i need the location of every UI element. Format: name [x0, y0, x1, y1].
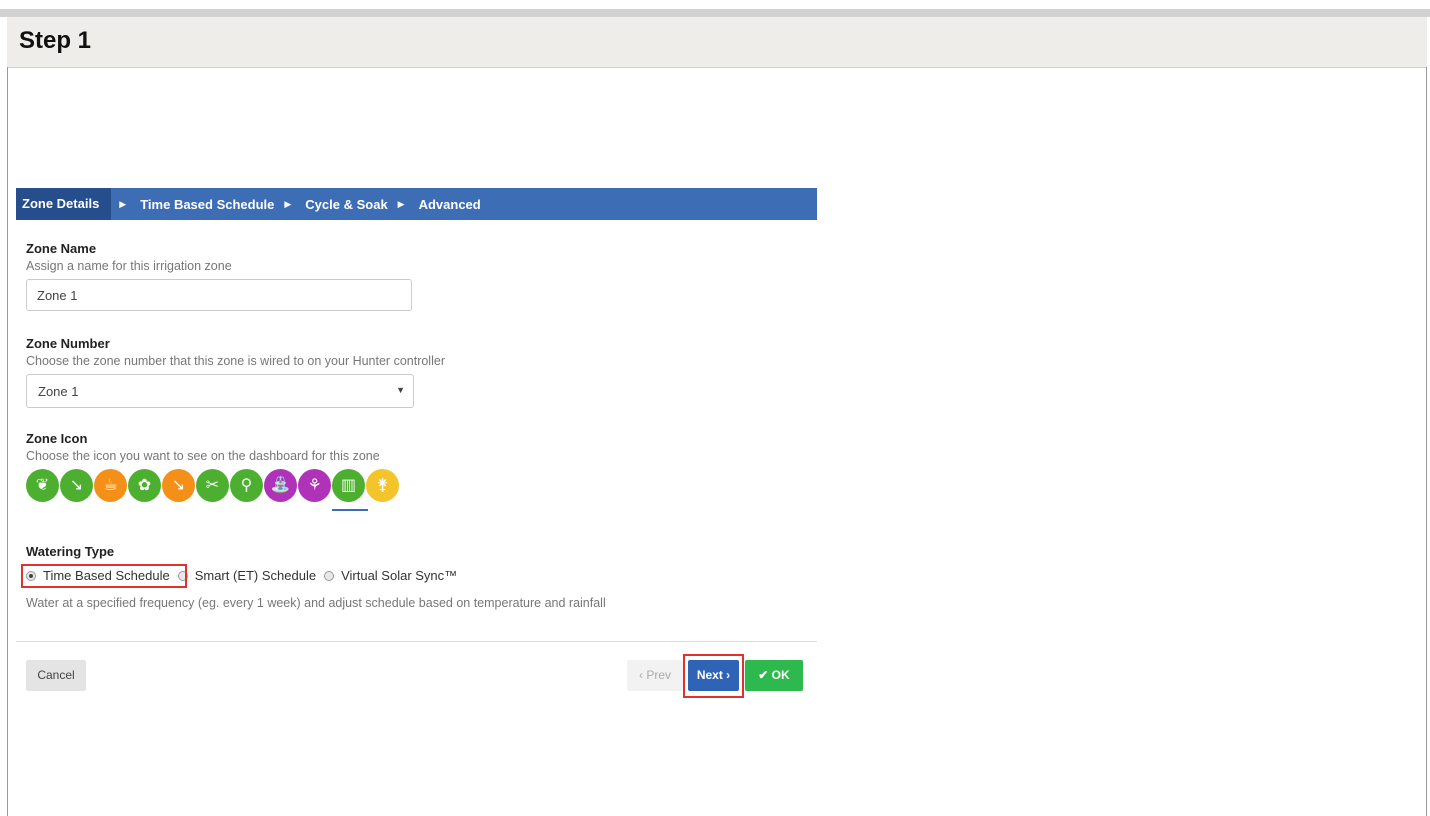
zone-icon-label: Zone Icon	[26, 431, 88, 446]
shears-icon[interactable]: ✂	[196, 469, 229, 502]
caret-down-icon: ▼	[396, 385, 405, 395]
cancel-button[interactable]: Cancel	[26, 660, 86, 691]
highlight-box-watering-type	[21, 564, 187, 588]
zone-name-input[interactable]	[26, 279, 412, 311]
zone-number-help: Choose the zone number that this zone is…	[26, 354, 445, 368]
step-title: Step 1	[19, 27, 92, 54]
zone-number-label: Zone Number	[26, 336, 110, 351]
chevron-right-icon: ▶	[284, 198, 292, 209]
step-header: Step 1	[7, 17, 1427, 68]
rake-icon[interactable]: ↘	[162, 469, 195, 502]
zone-number-selected: Zone 1	[38, 384, 79, 399]
frame-right-border	[1426, 67, 1427, 816]
radio-label: Virtual Solar Sync™	[341, 568, 458, 583]
tab-cycle-soak[interactable]: Cycle & Soak	[305, 197, 387, 212]
shovel-icon[interactable]: ⚲	[230, 469, 263, 502]
leaf-icon[interactable]: ❦	[26, 469, 59, 502]
tab-zone-details[interactable]: Zone Details	[16, 188, 112, 220]
zone-icon-picker: ❦ ↘ ☕ ✿ ↘ ✂ ⚲ ⛲ ⚘ ▥ ⚵	[26, 469, 399, 513]
wizard-nav: Zone Details ▶ Time Based Schedule ▶ Cyc…	[16, 188, 817, 220]
zone-name-label: Zone Name	[26, 241, 97, 256]
hose-icon[interactable]: ↘	[60, 469, 93, 502]
radio-label: Smart (ET) Schedule	[194, 568, 317, 583]
radio-smart-et-schedule[interactable]: Smart (ET) Schedule	[177, 568, 317, 583]
tab-advanced[interactable]: Advanced	[419, 197, 481, 212]
watering-type-label: Watering Type	[26, 544, 115, 559]
zone-icon-help: Choose the icon you want to see on the d…	[26, 449, 380, 463]
tab-time-based-schedule[interactable]: Time Based Schedule	[140, 197, 274, 212]
watering-can-icon[interactable]: ☕	[94, 469, 127, 502]
chevron-right-icon: ▶	[119, 198, 127, 209]
prev-button[interactable]: ‹ Prev	[627, 660, 683, 691]
grass-icon[interactable]: ▥	[332, 469, 368, 511]
frame-left-border	[7, 67, 8, 816]
radio-virtual-solar-sync[interactable]: Virtual Solar Sync™	[324, 568, 457, 583]
zone-name-help: Assign a name for this irrigation zone	[26, 259, 232, 273]
tree-icon[interactable]: ⚵	[366, 469, 399, 502]
top-border-strip	[0, 9, 1430, 17]
highlight-box-next	[683, 654, 744, 698]
sprayer-icon[interactable]: ⛲	[264, 469, 297, 502]
zone-number-select[interactable]: Zone 1 ▼	[26, 374, 414, 408]
ok-button[interactable]: ✔ OK	[745, 660, 803, 691]
footer-divider	[16, 641, 817, 642]
chevron-right-icon: ▶	[397, 198, 405, 209]
watering-type-description: Water at a specified frequency (eg. ever…	[26, 596, 606, 610]
sprout-icon[interactable]: ⚘	[298, 469, 331, 502]
flower-icon[interactable]: ✿	[128, 469, 161, 502]
radio-dot[interactable]	[324, 570, 335, 581]
